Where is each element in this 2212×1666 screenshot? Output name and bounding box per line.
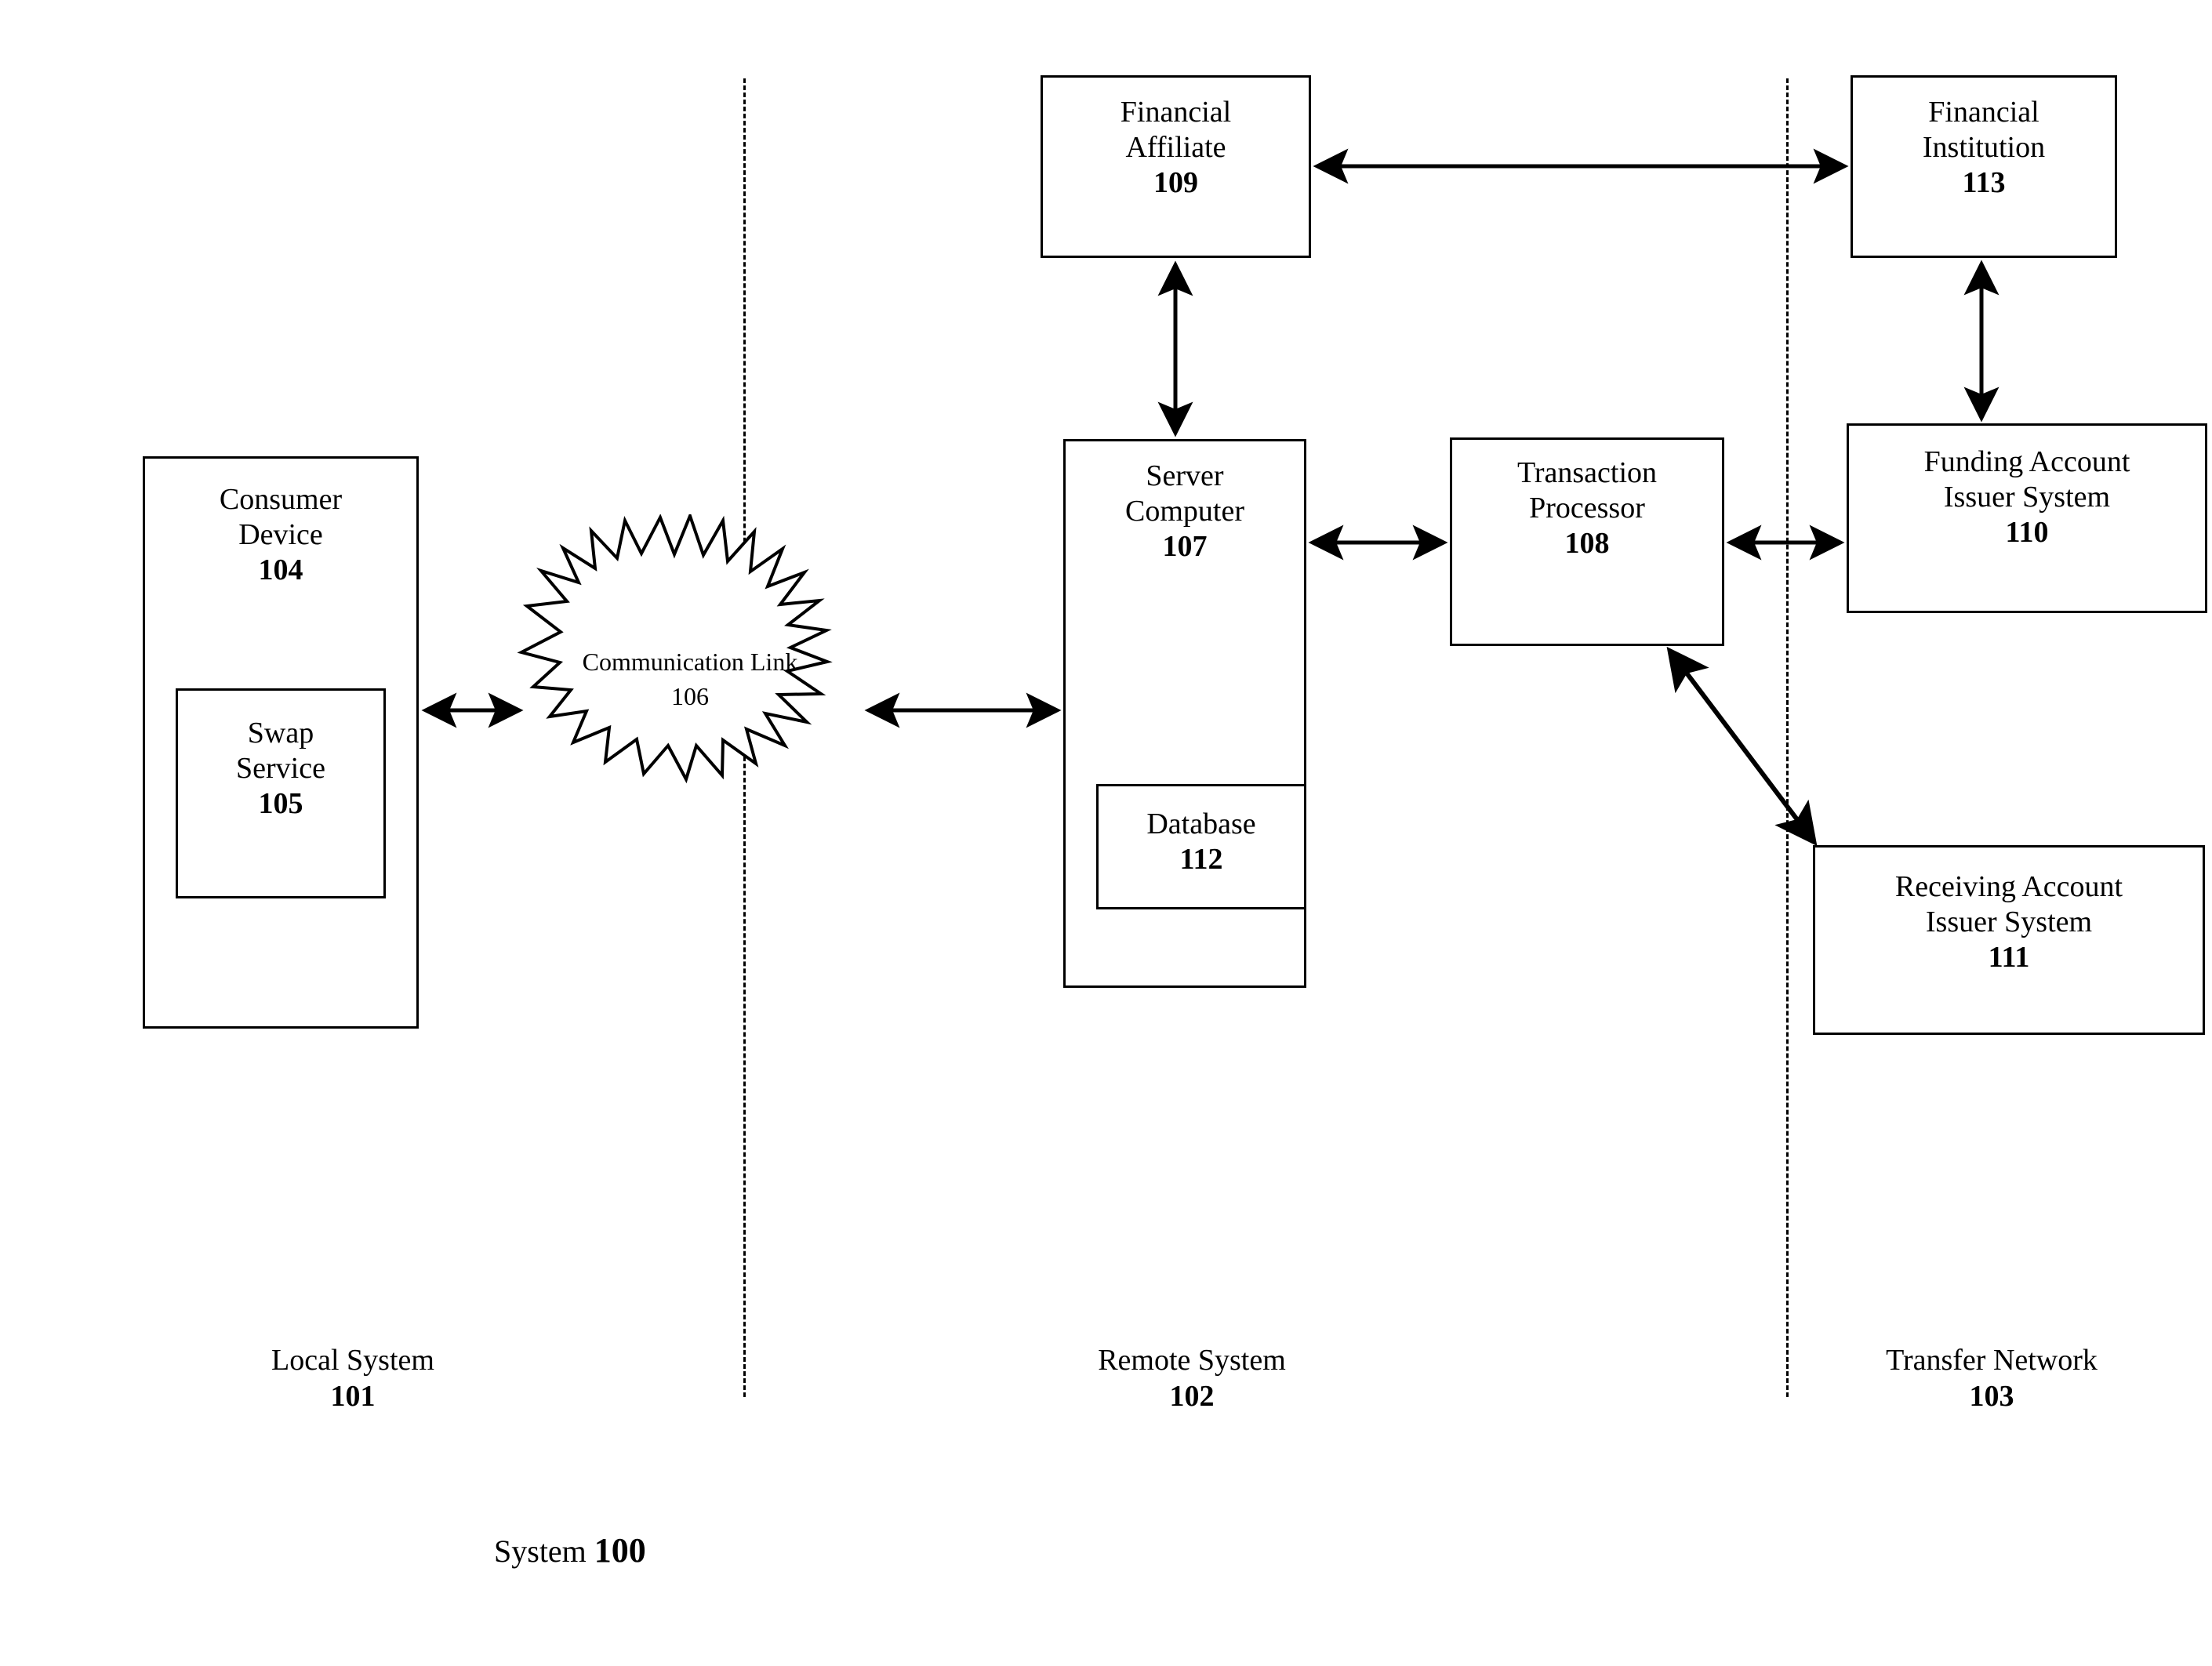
wire-transaction-processor-to-receiving-account <box>1666 646 1818 847</box>
swap-service-label: Swap Service <box>236 717 325 785</box>
figure-canvas: Communication Link --> Server Computer -… <box>0 0 2212 1666</box>
financial-institution-ref: 113 <box>1962 165 2006 199</box>
communication-link-ref: 106 <box>671 682 709 711</box>
consumer-device-ref: 104 <box>258 553 303 586</box>
figure-caption: System 100 <box>494 1530 646 1570</box>
database-ref: 112 <box>1179 842 1223 876</box>
swap-service-ref: 105 <box>258 786 303 820</box>
node-financial-affiliate[interactable]: Financial Affiliate 109 <box>1041 75 1311 258</box>
node-receiving-account-issuer-system[interactable]: Receiving Account Issuer System 111 <box>1813 845 2205 1035</box>
zone-caption-local-system: Local System 101 <box>204 1342 502 1415</box>
financial-affiliate-label: Financial Affiliate <box>1120 96 1232 164</box>
receiving-account-ref: 111 <box>1988 940 2030 974</box>
node-financial-institution[interactable]: Financial Institution 113 <box>1851 75 2117 258</box>
communication-link-node: Communication Link 106 <box>486 511 894 883</box>
zone-transfer-ref: 103 <box>1969 1380 2014 1414</box>
node-funding-account-issuer-system[interactable]: Funding Account Issuer System 110 <box>1847 423 2207 613</box>
zone-local-label: Local System <box>271 1344 434 1377</box>
server-computer-label: Server Computer <box>1125 459 1244 528</box>
node-database[interactable]: Database 112 <box>1096 784 1306 909</box>
transaction-processor-label: Transaction Processor <box>1516 456 1658 524</box>
financial-institution-label: Financial Institution <box>1922 96 2046 164</box>
receiving-account-label: Receiving Account Issuer System <box>1894 870 2123 938</box>
funding-account-label: Funding Account Issuer System <box>1923 445 2130 514</box>
figure-caption-number: 100 <box>594 1531 646 1570</box>
communication-link-caption: Communication Link 106 <box>486 644 894 713</box>
funding-account-ref: 110 <box>2005 515 2049 549</box>
database-label: Database <box>1146 808 1256 840</box>
figure-caption-text: System <box>494 1534 594 1569</box>
server-computer-ref: 107 <box>1162 529 1208 563</box>
transaction-processor-ref: 108 <box>1564 526 1610 560</box>
node-transaction-processor[interactable]: Transaction Processor 108 <box>1450 437 1724 646</box>
zone-transfer-label: Transfer Network <box>1886 1344 2098 1377</box>
zone-caption-remote-system: Remote System 102 <box>1043 1342 1341 1415</box>
divider-remote-transfer <box>1786 78 1789 1397</box>
zone-caption-transfer-network: Transfer Network 103 <box>1827 1342 2156 1415</box>
communication-link-label: Communication Link <box>582 648 798 676</box>
consumer-device-label: Consumer Device <box>219 483 343 551</box>
financial-affiliate-ref: 109 <box>1153 165 1198 199</box>
zone-local-ref: 101 <box>330 1380 376 1414</box>
zone-remote-label: Remote System <box>1098 1344 1286 1377</box>
node-swap-service[interactable]: Swap Service 105 <box>176 688 386 898</box>
zone-remote-ref: 102 <box>1169 1380 1215 1414</box>
